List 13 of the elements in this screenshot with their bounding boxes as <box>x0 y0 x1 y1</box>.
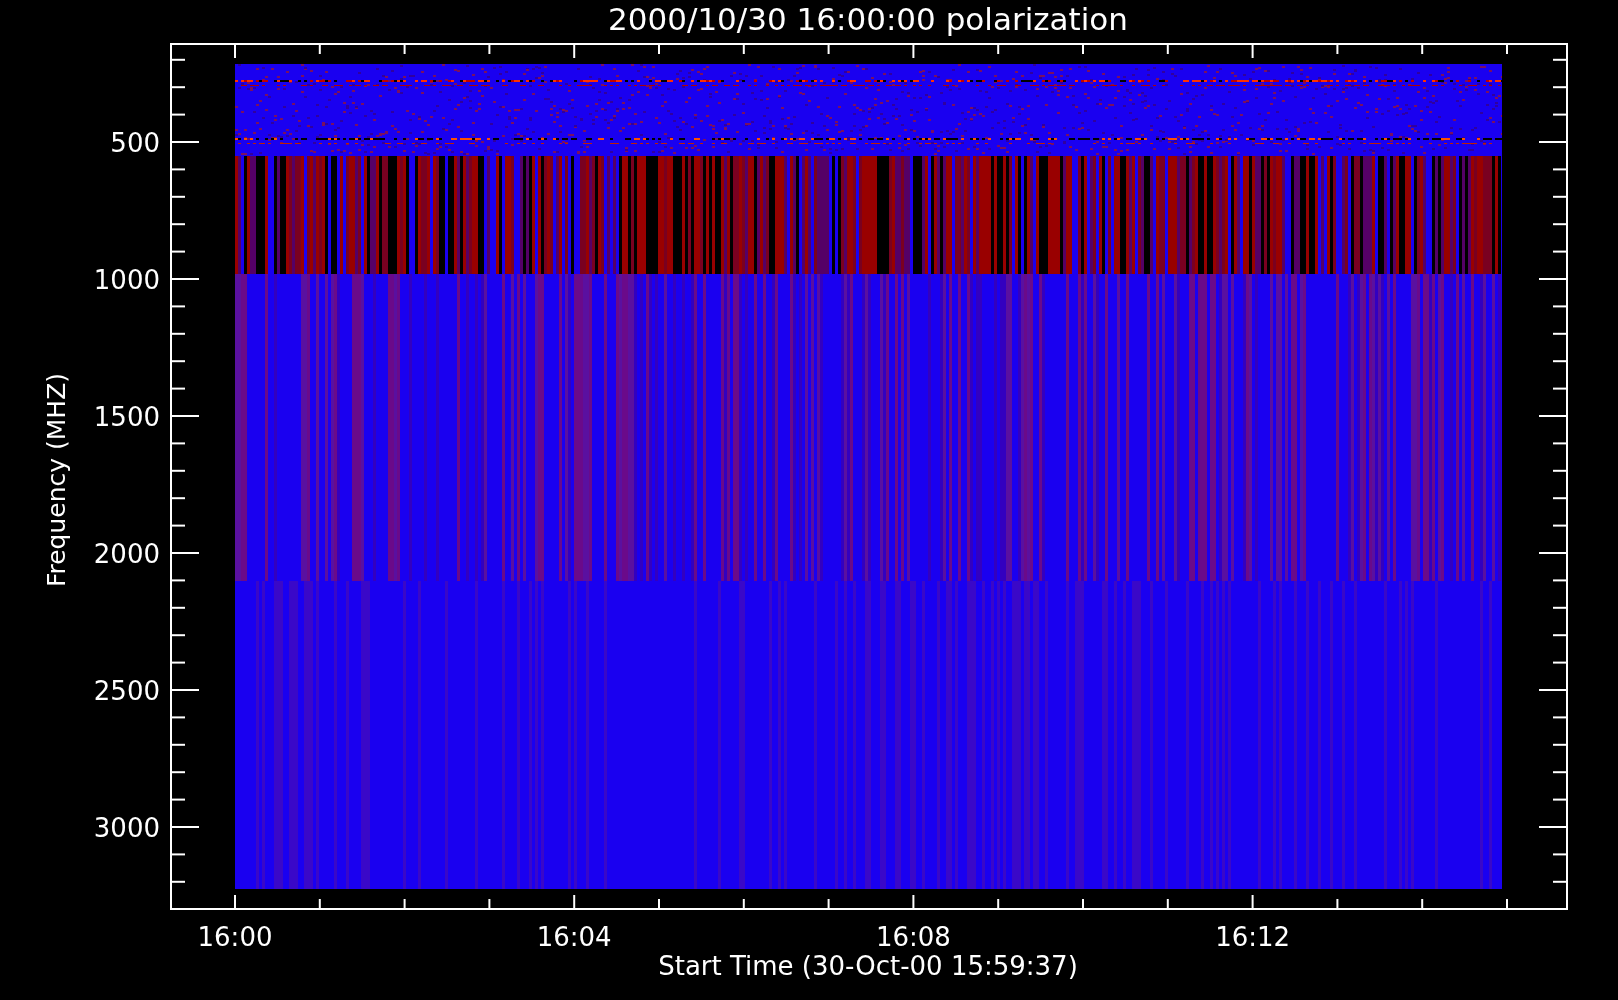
plot-title: 2000/10/30 16:00:00 polarization <box>608 1 1128 37</box>
axis-label: Start Time (30-Oct-00 15:59:37) <box>658 951 1078 981</box>
tick-label: 2500 <box>93 676 160 706</box>
tick-label: 1500 <box>93 402 160 432</box>
tick-label: 3000 <box>93 813 160 843</box>
tick-label: 1000 <box>93 265 160 295</box>
tick-label: 2000 <box>93 539 160 569</box>
axis-label: Frequency (MHZ) <box>42 372 71 588</box>
tick-label: 16:08 <box>875 922 951 952</box>
tick-label: 500 <box>110 128 160 158</box>
tick-label: 16:12 <box>1215 922 1291 952</box>
tick-label: 16:00 <box>197 922 273 952</box>
tick-label: 16:04 <box>536 922 612 952</box>
